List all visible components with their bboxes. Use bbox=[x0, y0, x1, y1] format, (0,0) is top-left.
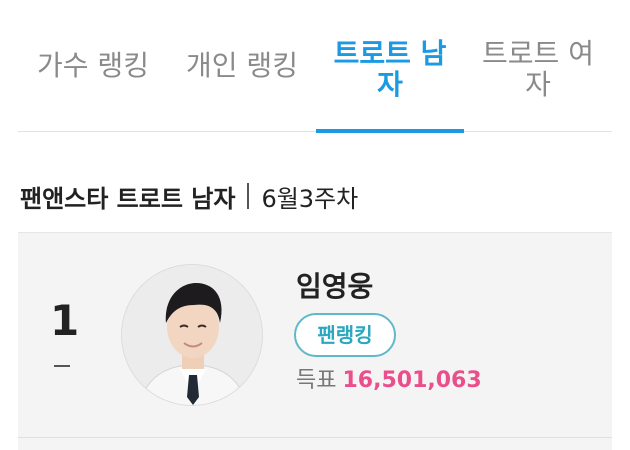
tab-label: 가수 랭킹 bbox=[37, 49, 149, 82]
tab-label-line-1: 트로트 여 bbox=[482, 37, 594, 70]
week-label: 6월3주차 bbox=[261, 184, 359, 213]
active-tab-underline bbox=[316, 129, 464, 133]
rank-change-indicator bbox=[54, 365, 70, 367]
section-title: 팬앤스타 트로트 남자 bbox=[20, 184, 236, 213]
fan-ranking-button[interactable]: 팬랭킹 bbox=[294, 313, 396, 357]
tab-individual-ranking[interactable]: 개인 랭킹 bbox=[168, 0, 316, 131]
tab-singer-ranking[interactable]: 가수 랭킹 bbox=[18, 0, 168, 131]
tab-label-line-1: 트로트 남 bbox=[333, 37, 447, 70]
tab-label-line-2: 자 bbox=[525, 68, 551, 101]
rank-number: 1 bbox=[50, 296, 80, 345]
tab-trot-female[interactable]: 트로트 여 자 bbox=[464, 0, 612, 131]
person-photo-icon bbox=[122, 265, 262, 405]
heading-divider bbox=[247, 183, 250, 209]
avatar[interactable] bbox=[121, 264, 263, 406]
vote-count: 득표 16,501,063 bbox=[296, 366, 482, 396]
next-ranking-card[interactable] bbox=[18, 437, 612, 450]
artist-name[interactable]: 임영웅 bbox=[296, 269, 373, 305]
section-heading: 팬앤스타 트로트 남자 6월3주차 bbox=[20, 178, 358, 214]
tab-label: 개인 랭킹 bbox=[186, 49, 298, 82]
tab-label-line-2: 자 bbox=[377, 68, 403, 101]
ranking-tabs: 가수 랭킹 개인 랭킹 트로트 남 자 트로트 여 자 bbox=[18, 0, 612, 133]
vote-number: 16,501,063 bbox=[342, 368, 482, 393]
tab-trot-male[interactable]: 트로트 남 자 bbox=[316, 0, 464, 133]
vote-label: 득표 bbox=[296, 368, 337, 393]
